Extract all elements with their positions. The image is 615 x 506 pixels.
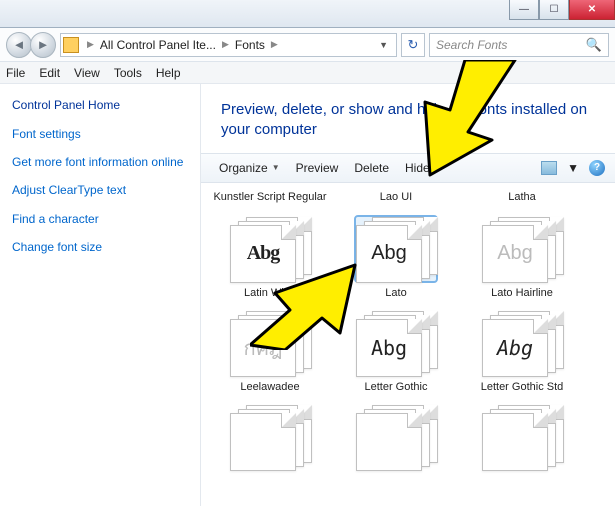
font-label: Letter Gothic Std [481, 381, 564, 393]
search-placeholder: Search Fonts [436, 38, 507, 52]
address-bar[interactable]: ▶ All Control Panel Ite... ▶ Fonts ▶ ▼ [60, 33, 397, 57]
organize-button[interactable]: Organize▼ [211, 161, 288, 175]
search-input[interactable]: Search Fonts 🔍 [429, 33, 609, 57]
refresh-button[interactable]: ↻ [401, 33, 425, 57]
control-panel-home-link[interactable]: Control Panel Home [12, 98, 188, 112]
menu-view[interactable]: View [74, 66, 100, 80]
title-bar: — ☐ ✕ [0, 0, 615, 28]
breadcrumb-fonts[interactable]: Fonts [233, 38, 267, 52]
sidebar-link-font-settings[interactable]: Font settings [12, 126, 188, 142]
menu-edit[interactable]: Edit [39, 66, 60, 80]
sidebar-link-cleartype[interactable]: Adjust ClearType text [12, 182, 188, 198]
font-item-lato-hairline[interactable]: Abg [482, 217, 562, 281]
font-item-letter-gothic-std[interactable]: Abg [482, 311, 562, 375]
font-label: Kunstler Script Regular [213, 191, 326, 203]
search-icon: 🔍 [586, 37, 602, 53]
breadcrumb-control-panel[interactable]: All Control Panel Ite... [98, 38, 218, 52]
menu-file[interactable]: File [6, 66, 25, 80]
sidebar-link-find-character[interactable]: Find a character [12, 211, 188, 227]
preview-button[interactable]: Preview [288, 161, 347, 175]
maximize-button[interactable]: ☐ [539, 0, 569, 20]
menu-help[interactable]: Help [156, 66, 181, 80]
folder-icon [63, 37, 79, 53]
font-label: Letter Gothic [365, 381, 428, 393]
sidebar-link-change-font-size[interactable]: Change font size [12, 239, 188, 255]
back-button[interactable]: ◄ [6, 32, 32, 58]
chevron-down-icon: ▼ [272, 163, 280, 172]
font-item[interactable] [230, 405, 310, 469]
menu-bar: File Edit View Tools Help [0, 62, 615, 84]
close-button[interactable]: ✕ [569, 0, 615, 20]
chevron-down-icon[interactable]: ▼ [567, 161, 579, 175]
font-label: Lato Hairline [491, 287, 553, 299]
sidebar: Control Panel Home Font settings Get mor… [0, 84, 200, 506]
font-item[interactable] [356, 405, 436, 469]
view-options-icon[interactable] [541, 161, 557, 175]
forward-button[interactable]: ► [30, 32, 56, 58]
minimize-button[interactable]: — [509, 0, 539, 20]
font-label: Leelawadee [240, 381, 299, 393]
font-item[interactable] [482, 405, 562, 469]
annotation-arrow-delete [370, 60, 520, 200]
sidebar-link-more-info[interactable]: Get more font information online [12, 154, 188, 170]
help-icon[interactable]: ? [589, 160, 605, 176]
navigation-bar: ◄ ► ▶ All Control Panel Ite... ▶ Fonts ▶… [0, 28, 615, 62]
window-buttons: — ☐ ✕ [509, 0, 615, 20]
annotation-arrow-lato [250, 230, 390, 350]
address-dropdown-icon[interactable]: ▼ [373, 40, 394, 50]
menu-tools[interactable]: Tools [114, 66, 142, 80]
